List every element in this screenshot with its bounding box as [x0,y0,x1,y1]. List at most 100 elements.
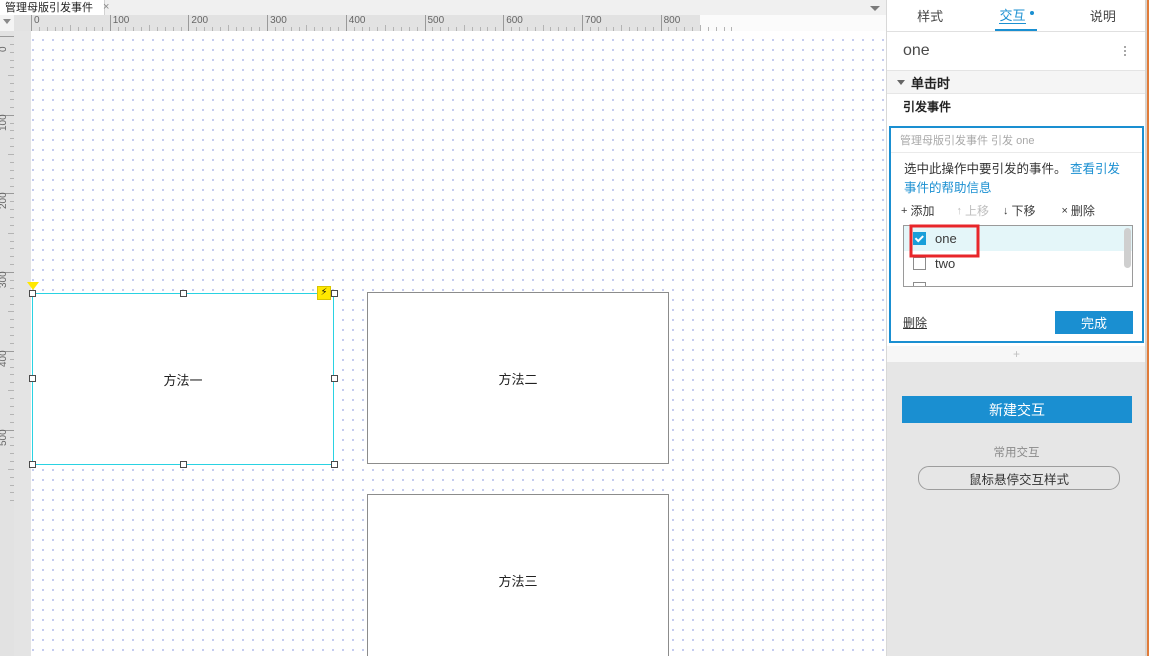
popup-description-text: 选中此操作中要引发的事件。 [904,162,1067,176]
inspector-lower-area: 新建交互 常用交互 鼠标悬停交互样式 [887,362,1146,656]
event-list[interactable]: one two [903,225,1133,287]
ruler-label: 600 [506,15,523,26]
list-item-label: two [935,256,956,271]
shape-label: 方法一 [163,372,203,388]
more-vertical-icon[interactable] [1118,46,1132,56]
checkbox-icon[interactable] [913,282,926,286]
widget-name-row: one [887,32,1146,71]
resize-handle-w[interactable] [29,375,36,382]
resize-handle-n[interactable] [180,290,187,297]
ruler-label: 500 [427,15,445,26]
canvas-left-margin [14,31,31,656]
popup-footer: 删除 完成 [891,303,1142,341]
new-interaction-button[interactable]: 新建交互 [902,396,1132,423]
move-down-button[interactable]: ↓ 下移 [1003,202,1036,219]
tab-style-label: 样式 [917,9,944,24]
move-up-button-label: 上移 [964,204,989,218]
ruler-label: 0 [0,46,9,52]
arrow-up-icon: ↑ [956,204,962,217]
event-section-header[interactable]: 单击时 [887,71,1146,94]
ruler-corner[interactable] [0,15,15,32]
ruler-label: 800 [663,15,681,26]
vertical-ruler[interactable]: 0 100 200 300 400 500 [0,31,15,656]
active-tab-underline [995,29,1038,31]
popup-breadcrumb: 管理母版引发事件 引发 one [891,128,1142,153]
resize-handle-s[interactable] [180,461,187,468]
chevron-down-icon[interactable] [868,2,882,14]
shape-fangfa-san[interactable]: 方法三 [367,494,669,656]
list-item-label: one [935,231,957,246]
plus-icon: + [901,204,908,217]
ruler-tick [424,15,426,31]
checkbox-icon[interactable] [913,257,926,270]
popup-description: 选中此操作中要引发的事件。 查看引发事件的帮助信息 [891,153,1142,198]
close-icon[interactable]: × [103,1,109,14]
tab-style[interactable]: 样式 [887,0,973,31]
resize-handle-nw[interactable] [29,290,36,297]
tab-interaction[interactable]: 交互 [973,0,1059,31]
action-title: 引发事件 [887,94,1146,118]
ruler-label: 400 [348,15,366,26]
lightning-bolt-icon[interactable]: ⚡ [317,286,331,300]
remove-button-label: 删除 [1070,204,1095,218]
add-case-row[interactable]: + [887,346,1146,363]
checkbox-checked-icon[interactable] [913,232,926,245]
move-down-button-label: 下移 [1011,204,1036,218]
resize-handle-sw[interactable] [29,461,36,468]
remove-button[interactable]: × 删除 [1061,202,1094,219]
list-item[interactable] [904,276,1132,286]
ruler-tick [581,15,583,31]
ruler-tick [109,15,111,31]
ruler-label: 100 [112,15,130,26]
add-button[interactable]: + 添加 [901,202,934,219]
ruler-label: 700 [584,15,602,26]
ruler-label: 100 [0,114,9,131]
ruler-label: 500 [0,428,9,446]
plus-icon: + [1012,347,1020,361]
ruler-tick [660,15,662,31]
cross-icon: × [1061,204,1068,217]
delete-link[interactable]: 删除 [903,314,927,331]
list-item[interactable]: one [904,226,1132,251]
editor-area: 管理母版引发事件 × 0 100 200 300 400 500 600 700 800 0 10… [0,0,886,656]
ruler-label: 0 [34,15,40,26]
shape-fangfa-er[interactable]: 方法二 [367,292,669,464]
inspector-tab-bar: 样式 交互 说明 [887,0,1146,32]
tab-interaction-label: 交互 [999,7,1026,24]
reference-point-icon [27,282,39,290]
inspector-panel: 样式 交互 说明 one 单击时 引发事件 管理母版引发事件 引发 one 选中… [886,0,1146,656]
document-tab-strip: 管理母版引发事件 × [0,0,886,16]
shape-label: 方法二 [498,371,538,387]
horizontal-ruler[interactable]: 0 100 200 300 400 500 600 700 800 [14,15,886,32]
list-scrollbar-thumb[interactable] [1124,228,1131,268]
window-right-edge [1145,0,1149,656]
design-canvas[interactable]: 方法一 ⚡ 方法二 方法三 [14,31,886,656]
ruler-tick [267,15,269,31]
popup-toolbar: + 添加 ↑ 上移 ↓ 下移 × 删除 [891,198,1142,223]
ruler-label: 300 [270,15,287,26]
ruler-tick [503,15,505,31]
widget-name-value[interactable]: one [903,42,1118,60]
ruler-tick [0,36,14,37]
shape-fangfa-yi[interactable]: 方法一 [32,293,334,465]
common-interactions-label: 常用交互 [993,447,1040,459]
resize-handle-ne[interactable] [331,290,338,297]
ruler-label: 300 [0,271,9,289]
done-button[interactable]: 完成 [1055,310,1133,334]
move-up-button[interactable]: ↑ 上移 [956,202,989,219]
pixso-editor-window: 管理母版引发事件 × 0 100 200 300 400 500 600 700 800 0 10… [0,0,1149,656]
ruler-tick [345,15,347,31]
ruler-tick [188,15,190,31]
resize-handle-e[interactable] [331,375,338,382]
caret-down-icon [897,79,905,85]
resize-handle-se[interactable] [331,461,338,468]
shape-label: 方法三 [498,573,538,589]
tab-notes-label: 说明 [1089,9,1116,24]
document-tab[interactable]: 管理母版引发事件 × [0,0,109,15]
list-item[interactable]: two [904,251,1132,276]
tab-notes[interactable]: 说明 [1060,0,1146,31]
arrow-down-icon: ↓ [1002,204,1009,217]
hover-style-button[interactable]: 鼠标悬停交互样式 [918,466,1120,490]
add-button-label: 添加 [910,204,935,218]
event-section-title: 单击时 [911,75,951,91]
